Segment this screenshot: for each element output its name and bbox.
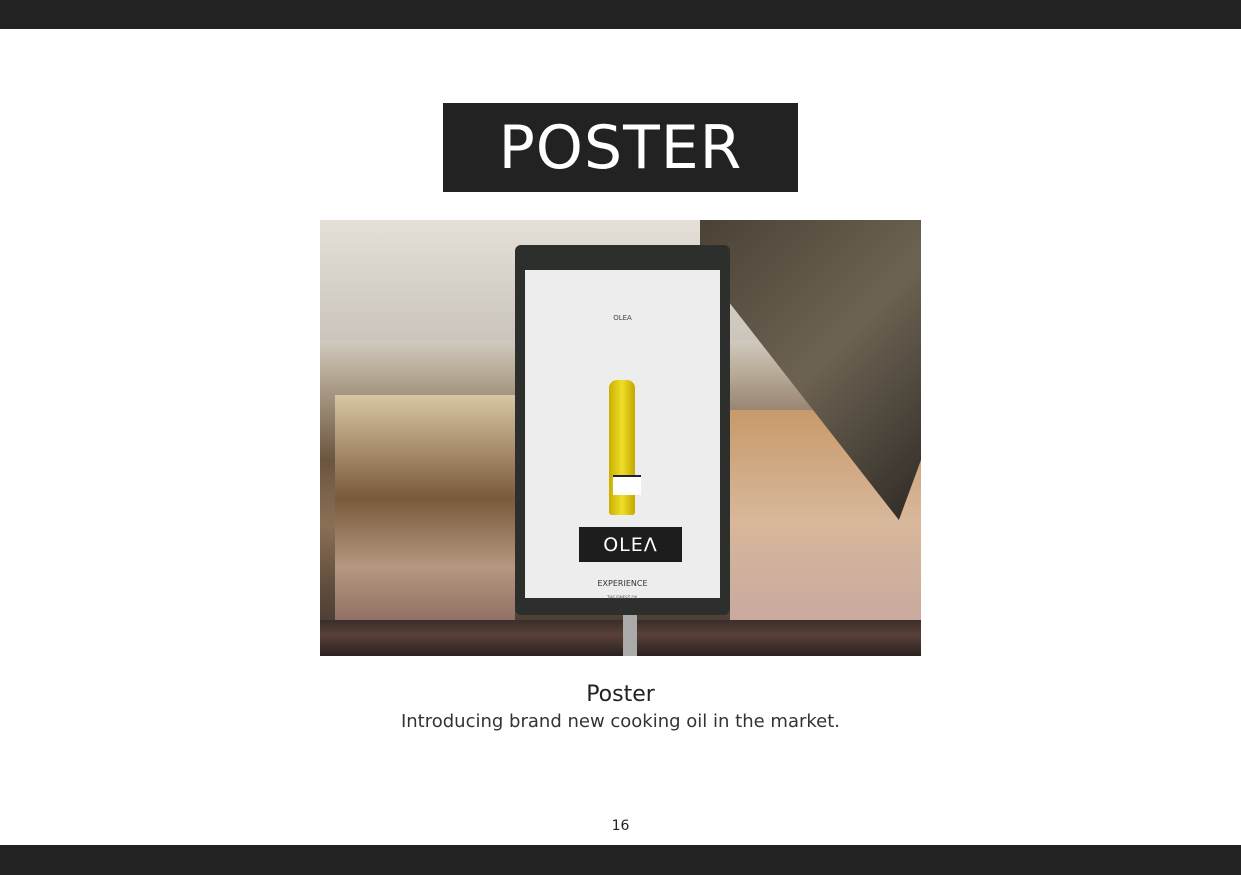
brand-name: OLEΛ [579,527,682,562]
railing [320,620,921,656]
poster-stand-pole [623,615,637,656]
poster-mockup-photo: OLEA OLEΛ EXPERIENCE THE FINEST OIL [320,220,921,656]
poster: OLEA OLEΛ EXPERIENCE THE FINEST OIL [525,270,720,600]
bottom-bar [0,845,1241,875]
tagline-sub: THE FINEST OIL [606,595,639,600]
bottle-label [613,475,641,495]
page-number: 16 [611,818,630,834]
caption-description: Introducing brand new cooking oil in the… [400,711,841,732]
tagline-main: EXPERIENCE [597,579,648,588]
olea-logo: OLEA [613,314,632,322]
caption-title: Poster [586,682,655,707]
top-bar [0,0,1241,29]
store-left [335,395,515,625]
poster-frame: OLEA OLEΛ EXPERIENCE THE FINEST OIL [515,245,730,615]
page-title: POSTER [443,103,798,192]
